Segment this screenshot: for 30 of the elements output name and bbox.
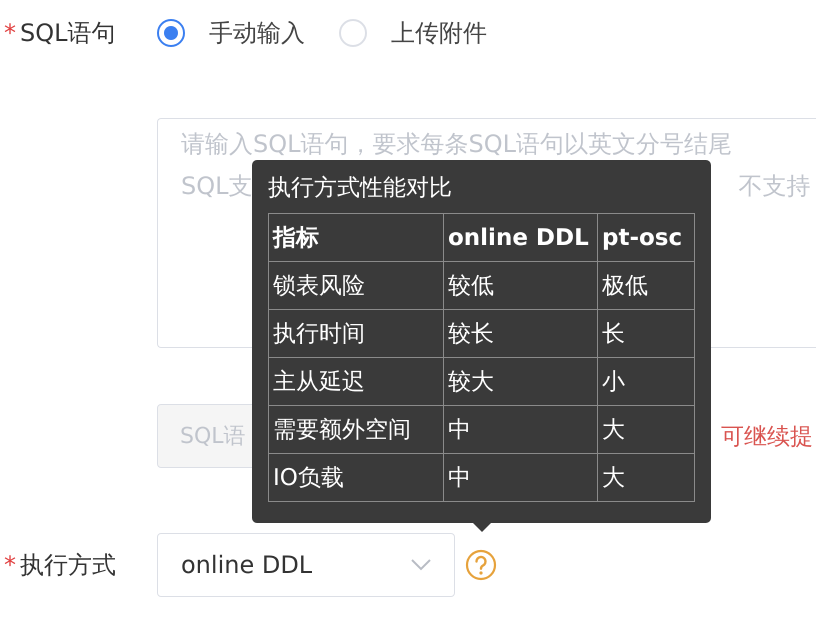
column-header: 指标 bbox=[268, 214, 444, 262]
table-cell: 较长 bbox=[444, 310, 598, 358]
required-asterisk: * bbox=[4, 19, 16, 47]
table-cell: 大 bbox=[598, 454, 694, 502]
radio-option[interactable]: 手动输入 bbox=[157, 17, 305, 49]
table-cell: 主从延迟 bbox=[268, 358, 444, 406]
column-header: pt-osc bbox=[598, 214, 694, 262]
table-cell: 长 bbox=[598, 310, 694, 358]
table-cell: 小 bbox=[598, 358, 694, 406]
field-label: SQL语句 bbox=[20, 18, 116, 49]
mode-select[interactable]: online DDL bbox=[157, 533, 455, 597]
table-cell: 中 bbox=[444, 406, 598, 454]
table-cell: 极低 bbox=[598, 262, 694, 310]
column-header: online DDL bbox=[444, 214, 598, 262]
chevron-icon bbox=[410, 558, 432, 572]
help-icon[interactable] bbox=[465, 549, 497, 581]
table-cell: 中 bbox=[444, 454, 598, 502]
table-cell: 执行时间 bbox=[268, 310, 444, 358]
radio-icon[interactable] bbox=[157, 19, 185, 47]
table-cell: 需要额外空间 bbox=[268, 406, 444, 454]
note-text: 可继续提 bbox=[721, 422, 813, 452]
tooltip-title: 执行方式性能对比 bbox=[268, 174, 453, 203]
table-cell: IO负载 bbox=[268, 454, 444, 502]
table-cell: 锁表风险 bbox=[268, 262, 444, 310]
table-cell: 大 bbox=[598, 406, 694, 454]
required-asterisk: * bbox=[4, 551, 16, 579]
table-cell: 较低 bbox=[444, 262, 598, 310]
field-label: 执行方式 bbox=[20, 550, 116, 581]
table-cell: 较大 bbox=[444, 358, 598, 406]
radio-option[interactable]: 上传附件 bbox=[339, 17, 487, 49]
